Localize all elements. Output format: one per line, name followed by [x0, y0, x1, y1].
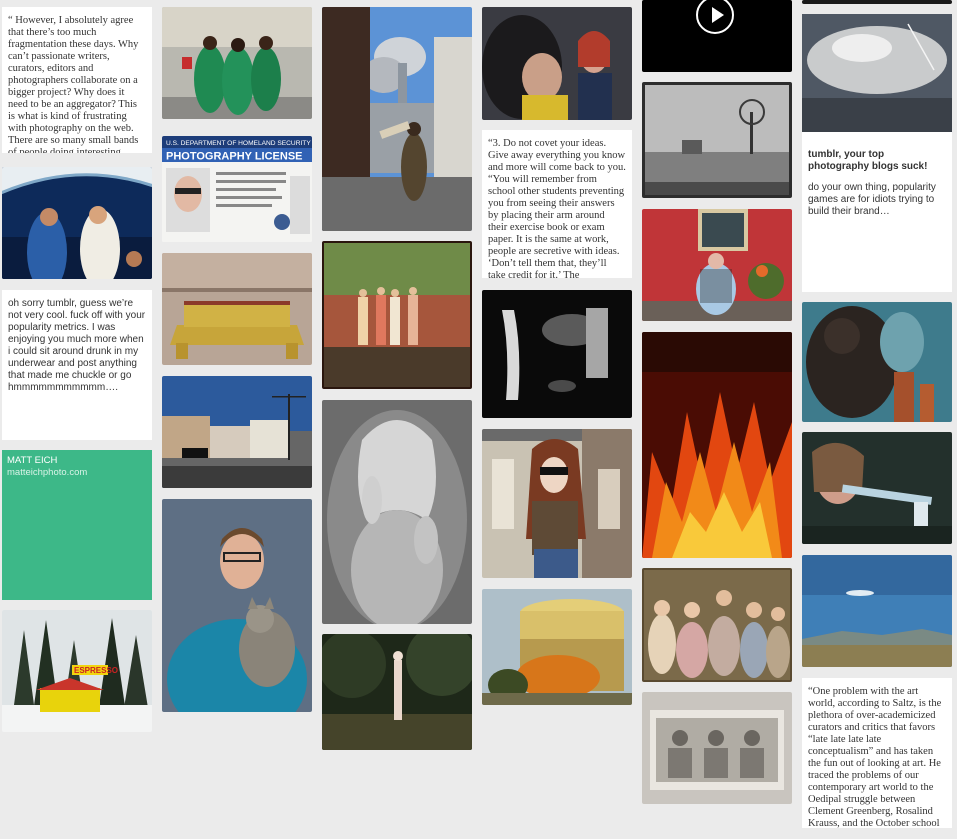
photo-bw-veil[interactable] [322, 400, 472, 624]
quote-text: “3. Do not covet your ideas. Give away e… [488, 138, 626, 278]
quote-post[interactable]: “One problem with the art world, accordi… [802, 678, 952, 828]
sunglasses-photo [482, 429, 632, 578]
text-post[interactable]: oh sorry tumblr, guess we’re not very co… [2, 290, 152, 440]
photo-woman-chair[interactable] [642, 209, 792, 321]
bench-photo [162, 253, 312, 365]
forest-photo [322, 634, 472, 750]
note-text: oh sorry tumblr, guess we’re not very co… [8, 298, 146, 393]
farm-photo [642, 82, 792, 198]
espresso-photo: ESPRESSO [2, 610, 152, 732]
photo-bear-diorama[interactable] [802, 302, 952, 422]
building-photo [482, 589, 632, 705]
street-photo [162, 7, 312, 119]
photo-desert-sky[interactable] [802, 555, 952, 667]
photo-forest-figure[interactable] [322, 634, 472, 750]
quote-post[interactable]: “3. Do not covet your ideas. Give away e… [482, 130, 632, 278]
photo-family-pool[interactable] [322, 241, 472, 389]
espresso-sign: ESPRESSO [74, 666, 118, 675]
sky-photo [802, 14, 952, 132]
photo-bench[interactable] [162, 253, 312, 365]
video-post[interactable] [642, 0, 792, 72]
photo-car-window[interactable] [802, 432, 952, 544]
family-photo [322, 241, 472, 389]
photo-bw-abstract[interactable] [482, 290, 632, 418]
photo-cat-portrait[interactable] [162, 499, 312, 712]
photo-building-tree[interactable] [482, 589, 632, 705]
fire-photo [642, 332, 792, 558]
bear-photo [802, 302, 952, 422]
party-photo [2, 167, 152, 279]
women-photo [482, 7, 632, 120]
photo-green-dresses[interactable] [162, 7, 312, 119]
photo-vintage-family[interactable] [642, 568, 792, 682]
photo-party-umbrella[interactable] [2, 167, 152, 279]
license-agency: U.S. DEPARTMENT OF HOMELAND SECURITY [166, 140, 311, 147]
post-body: do your own thing, popularity games are … [808, 182, 936, 217]
quote-post[interactable]: “ However, I absolutely agree that there… [2, 7, 152, 153]
photo-sunglasses[interactable] [482, 429, 632, 578]
desert-photo [802, 555, 952, 667]
car-photo [802, 432, 952, 544]
photo-gallery-print[interactable] [642, 692, 792, 804]
nyc-photo [322, 7, 472, 231]
license-card: U.S. DEPARTMENT OF HOMELAND SECURITY PHO… [162, 136, 312, 242]
photo-nyc-street[interactable] [322, 7, 472, 231]
abstract-photo [482, 290, 632, 418]
author-name: MATT EICH [7, 455, 58, 466]
photo-text-post[interactable]: tumblr, your top photography blogs suck!… [802, 14, 952, 292]
post-title: tumblr, your top photography blogs suck! [808, 149, 928, 172]
author-card[interactable]: MATT EICH matteichphoto.com [2, 450, 152, 600]
chair-photo [642, 209, 792, 321]
gallery-photo [642, 692, 792, 804]
play-icon[interactable] [696, 0, 734, 34]
license-title: PHOTOGRAPHY LICENSE [166, 151, 303, 163]
houses-photo [162, 376, 312, 488]
photo-license[interactable]: U.S. DEPARTMENT OF HOMELAND SECURITY PHO… [162, 136, 312, 242]
quote-text: “ However, I absolutely agree that there… [8, 15, 139, 153]
photo-cropped-top[interactable] [802, 0, 952, 4]
cat-portrait [162, 499, 312, 712]
quote-text: “One problem with the art world, accordi… [808, 686, 942, 828]
photo-fire[interactable] [642, 332, 792, 558]
vintage-photo [642, 568, 792, 682]
photo-street-houses[interactable] [162, 376, 312, 488]
photo-women-portrait[interactable] [482, 7, 632, 120]
author-link[interactable]: matteichphoto.com [7, 467, 147, 479]
photo-bw-farm[interactable] [642, 82, 792, 198]
veil-photo [322, 400, 472, 624]
photo-espresso[interactable]: ESPRESSO [2, 610, 152, 732]
